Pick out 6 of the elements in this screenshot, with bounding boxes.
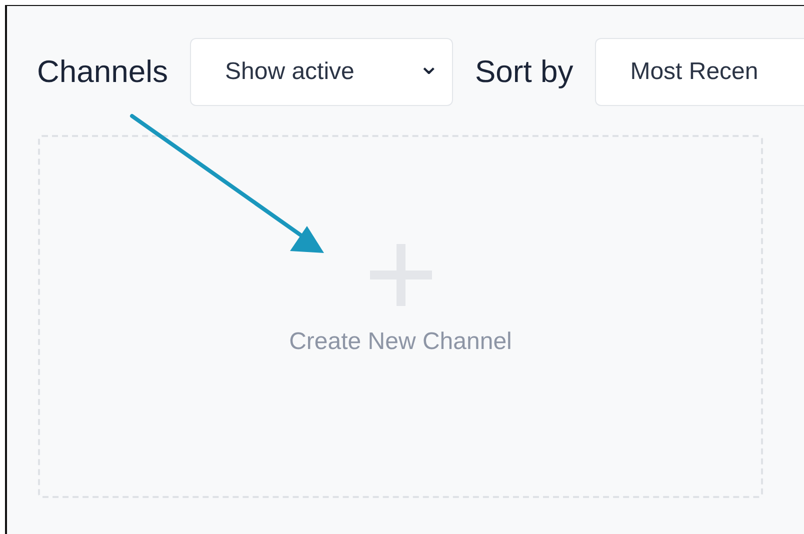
create-channel-label: Create New Channel — [289, 328, 512, 356]
sort-dropdown[interactable]: Most Recen — [595, 38, 804, 106]
filter-dropdown[interactable]: Show active ⌄ — [190, 38, 453, 106]
sort-label: Sort by — [474, 54, 574, 90]
caret-icon: ⌄ — [418, 52, 440, 78]
page-title: Channels — [37, 54, 168, 90]
